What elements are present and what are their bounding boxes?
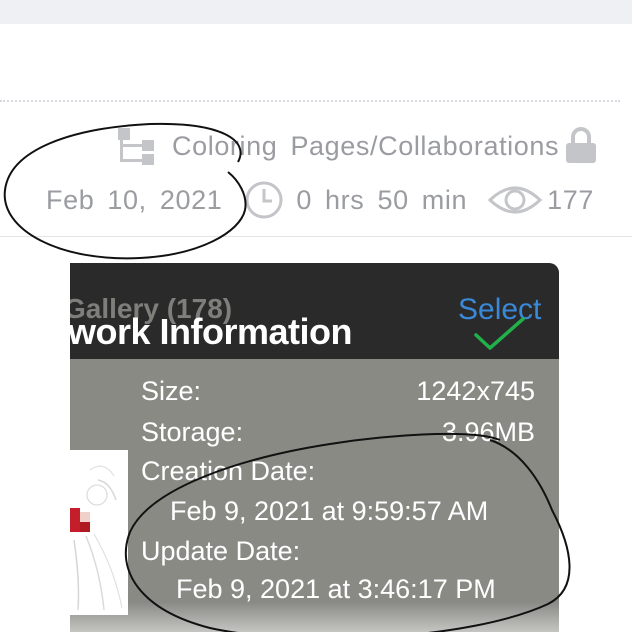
views-count: 177 — [547, 184, 594, 215]
artwork-thumbnail — [70, 450, 128, 615]
top-bar — [0, 0, 632, 24]
storage-value: 3.96MB — [441, 417, 535, 447]
category-link[interactable]: Coloring Pages/Collaborations — [172, 131, 559, 162]
storage-label: Storage: — [141, 417, 244, 447]
dialog-title: work Information — [70, 311, 353, 352]
folder-tree-icon — [116, 126, 158, 166]
clock-icon — [244, 180, 284, 220]
checkmark-icon — [472, 315, 528, 358]
bottom-fade — [70, 602, 559, 632]
post-date: Feb 10, 2021 — [46, 184, 223, 215]
stats-row: Feb 10, 2021 0 hrs 50 min 177 — [46, 176, 594, 224]
dotted-divider — [0, 100, 620, 102]
size-value: 1242x745 — [416, 376, 535, 406]
panel-header: Gallery (178) work Information Select — [70, 263, 559, 359]
size-label: Size: — [141, 376, 202, 406]
category-row: Coloring Pages/Collaborations — [116, 123, 597, 169]
duration-text: 0 hrs 50 min — [296, 184, 468, 215]
artwork-info-panel: Gallery (178) work Information Select Si… — [70, 263, 559, 632]
update-date-label: Update Date: — [141, 536, 301, 566]
update-date-value: Feb 9, 2021 at 3:46:17 PM — [176, 574, 496, 604]
solid-divider — [0, 236, 632, 237]
creation-date-label: Creation Date: — [141, 456, 316, 486]
creation-date-value: Feb 9, 2021 at 9:59:57 AM — [170, 496, 489, 526]
eye-icon — [487, 182, 543, 218]
lock-icon — [565, 127, 597, 165]
